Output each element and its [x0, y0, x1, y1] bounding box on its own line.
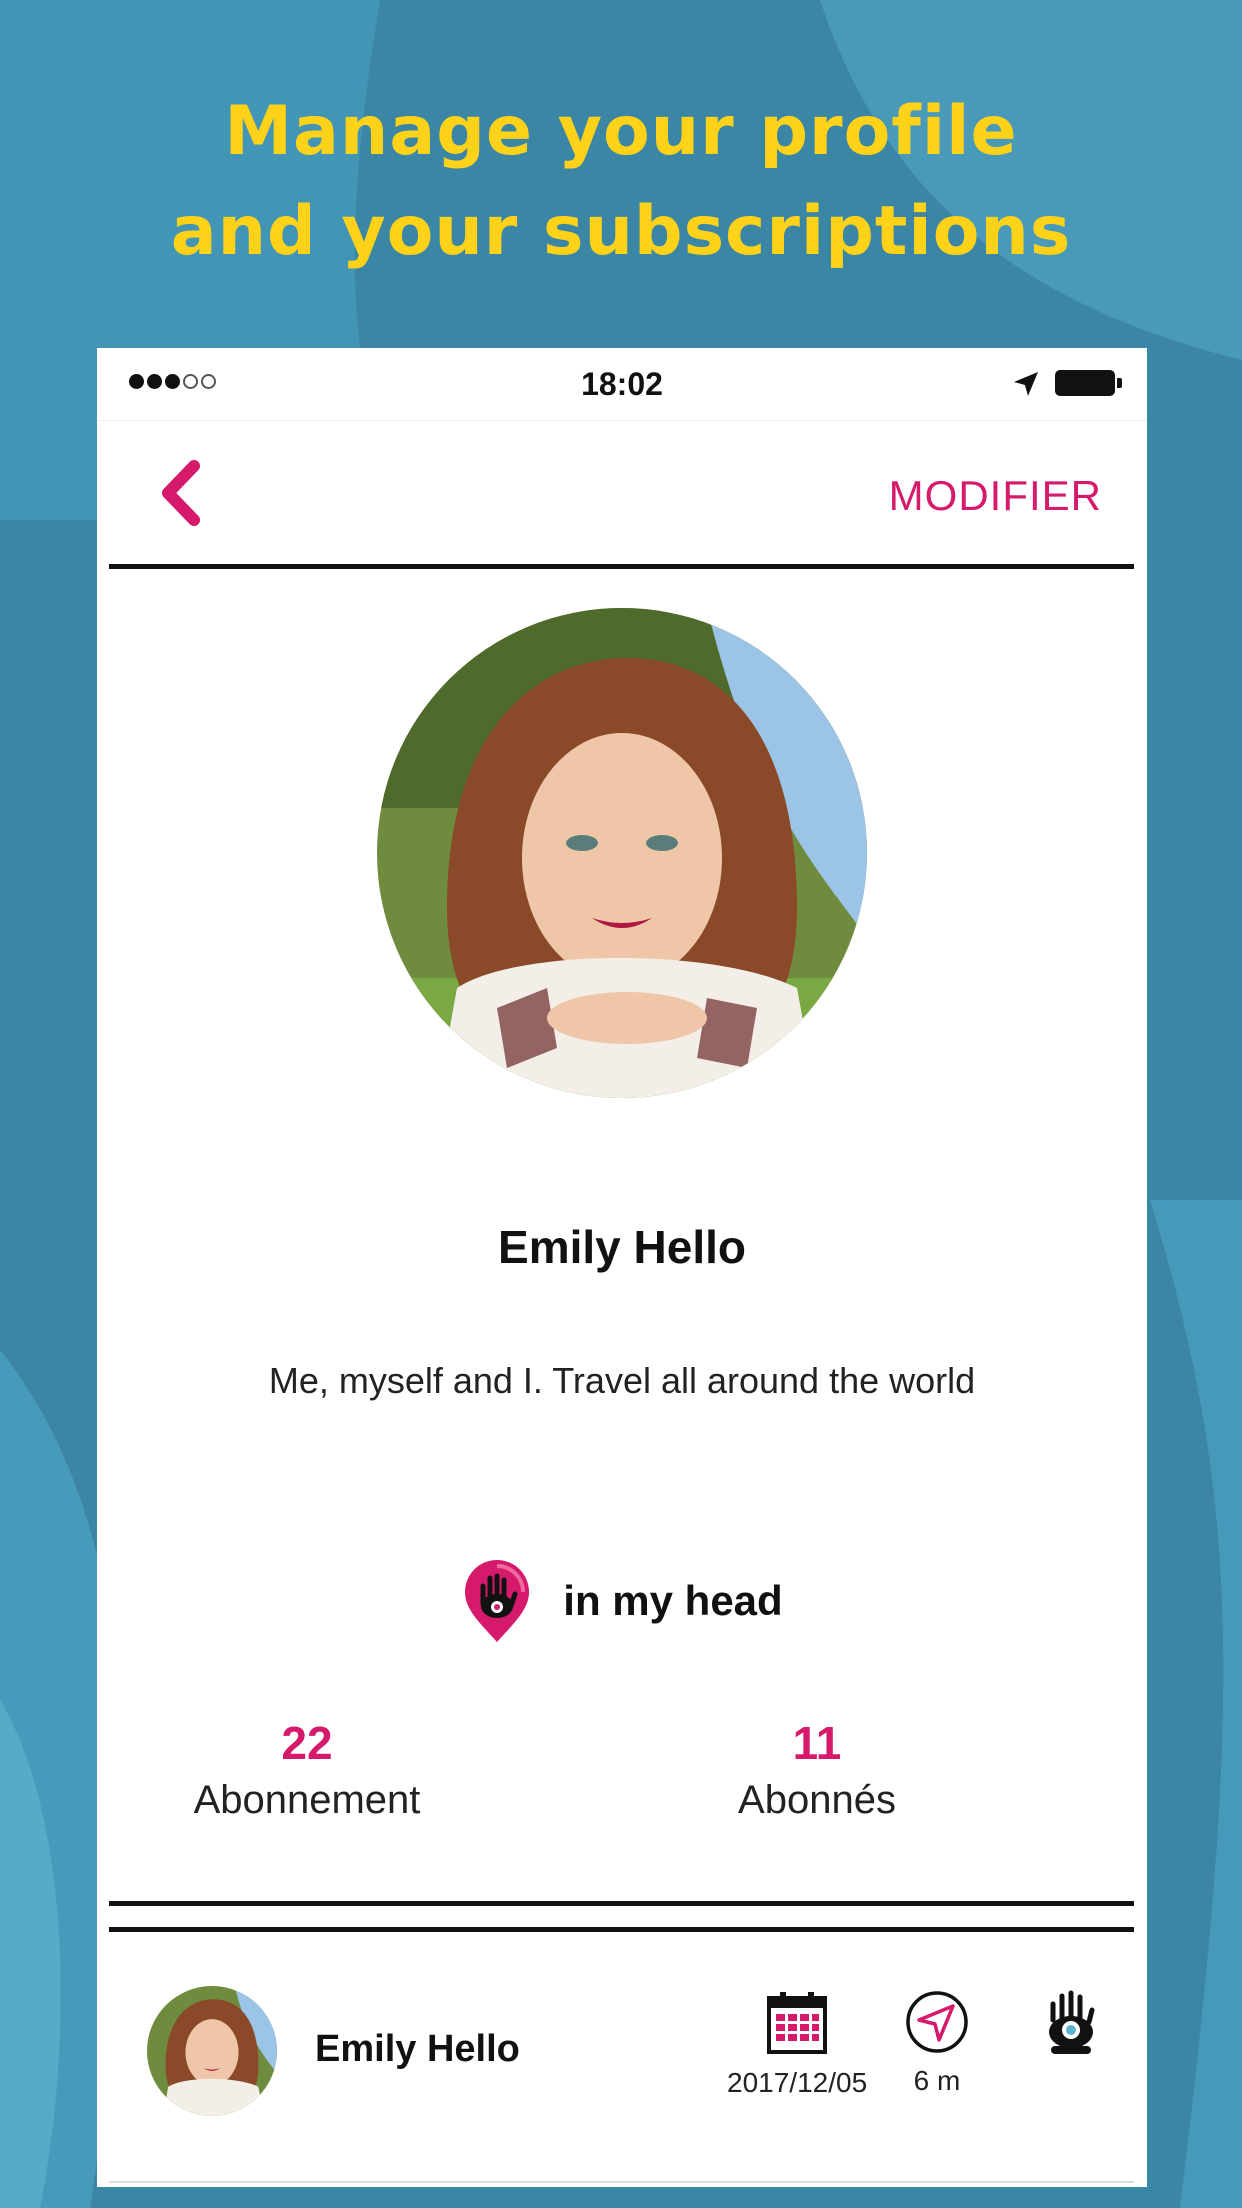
stat-subscribers[interactable]: 11 Abonnés: [607, 1716, 1027, 1823]
post-avatar[interactable]: [147, 1986, 277, 2116]
post-row[interactable]: Emily Hello 2017/12/05 6 m: [97, 1938, 1147, 2158]
stat-label: Abonnement: [193, 1778, 421, 1822]
calendar-icon: [767, 1992, 827, 2054]
edit-button[interactable]: MODIFIER: [889, 472, 1102, 520]
profile-bio: Me, myself and I. Travel all around the …: [268, 1360, 976, 1401]
headline: Manage your profile and your subscriptio…: [0, 82, 1242, 282]
status-bar: 18:02: [97, 348, 1147, 421]
profile-photo: [377, 608, 867, 1098]
status-time: 18:02: [581, 366, 663, 402]
nav-bar: MODIFIER: [97, 420, 1147, 560]
post-distance: 6 m: [897, 1990, 977, 2097]
stat-subscriptions[interactable]: 22 Abonnement: [97, 1716, 517, 1823]
divider: [109, 564, 1134, 569]
battery-tip: [1117, 378, 1122, 388]
phone-screen: 18:02 MODIFIER Emily Hello Me, myself an…: [97, 348, 1147, 2187]
stat-value: 22: [281, 1717, 333, 1769]
mood-status: in my head: [97, 1558, 1147, 1644]
hand-eye-icon[interactable]: [1045, 1990, 1097, 2056]
post-author-name: Emily Hello: [315, 2028, 520, 2070]
profile-avatar[interactable]: [377, 608, 867, 1098]
post-photo: [147, 1986, 277, 2116]
chevron-left-icon[interactable]: [152, 458, 212, 528]
navigation-icon: [906, 1991, 968, 2053]
stat-value: 11: [792, 1717, 842, 1769]
stat-label: Abonnés: [738, 1778, 896, 1822]
post-date: 2017/12/05: [727, 1990, 867, 2099]
divider: [109, 1901, 1134, 1906]
divider: [109, 1927, 1134, 1932]
headline-line-1: Manage your profile: [224, 92, 1018, 171]
mood-label: in my head: [563, 1577, 783, 1624]
headline-line-2: and your subscriptions: [170, 192, 1072, 271]
profile-name: Emily Hello: [498, 1221, 746, 1273]
bottom-divider: [109, 2181, 1134, 2183]
battery-icon: [1055, 370, 1115, 396]
location-arrow-icon: [1014, 372, 1038, 396]
hand-pin-icon: [465, 1560, 530, 1642]
post-date-text: 2017/12/05: [727, 2067, 868, 2098]
post-distance-text: 6 m: [913, 2065, 961, 2096]
